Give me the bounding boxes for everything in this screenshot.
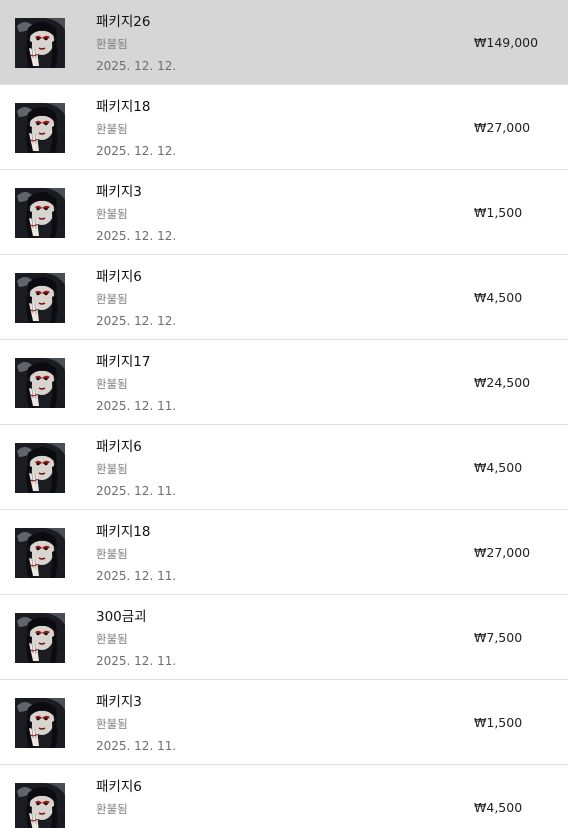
transaction-price: ₩4,500: [474, 460, 523, 475]
transaction-date: 2025. 12. 11.: [96, 569, 177, 583]
transaction-row[interactable]: 패키지26 환불됨 2025. 12. 12. ₩149,000: [0, 0, 568, 85]
transaction-status: 환불됨: [96, 632, 128, 646]
transaction-title: 패키지18: [96, 524, 151, 540]
transaction-price: ₩1,500: [474, 205, 523, 220]
transaction-price: ₩7,500: [474, 630, 523, 645]
transaction-price: ₩4,500: [474, 290, 523, 305]
transaction-status: 환불됨: [96, 292, 128, 306]
transaction-status: 환불됨: [96, 547, 128, 561]
transaction-title: 패키지17: [96, 354, 151, 370]
transaction-list: 패키지26 환불됨 2025. 12. 12. ₩149,000 패키지18 환…: [0, 0, 568, 828]
game-icon: [15, 783, 65, 828]
transaction-status: 환불됨: [96, 37, 128, 51]
transaction-status: 환불됨: [96, 462, 128, 476]
game-icon: [15, 273, 65, 323]
transaction-title: 패키지3: [96, 184, 142, 200]
transaction-date: 2025. 12. 12.: [96, 144, 177, 158]
transaction-status: 환불됨: [96, 717, 128, 731]
game-icon: [15, 188, 65, 238]
transaction-date: 2025. 12. 12.: [96, 314, 177, 328]
transaction-title: 패키지26: [96, 14, 151, 30]
transaction-date: 2025. 12. 11.: [96, 654, 177, 668]
transaction-title: 패키지3: [96, 694, 142, 710]
transaction-title: 패키지6: [96, 779, 142, 795]
transaction-date: 2025. 12. 11.: [96, 484, 177, 498]
game-icon: [15, 443, 65, 493]
transaction-row[interactable]: 패키지3 환불됨 2025. 12. 12. ₩1,500: [0, 170, 568, 255]
game-icon: [15, 528, 65, 578]
transaction-status: 환불됨: [96, 207, 128, 221]
transaction-price: ₩1,500: [474, 715, 523, 730]
transaction-price: ₩149,000: [474, 35, 539, 50]
transaction-row[interactable]: 패키지18 환불됨 2025. 12. 11. ₩27,000: [0, 510, 568, 595]
transaction-status: 환불됨: [96, 377, 128, 391]
game-icon: [15, 613, 65, 663]
game-icon: [15, 358, 65, 408]
transaction-date: 2025. 12. 11.: [96, 399, 177, 413]
transaction-price: ₩4,500: [474, 800, 523, 815]
transaction-row[interactable]: 패키지6 환불됨 ₩4,500: [0, 765, 568, 828]
transaction-row[interactable]: 패키지6 환불됨 2025. 12. 11. ₩4,500: [0, 425, 568, 510]
game-icon: [15, 103, 65, 153]
transaction-row[interactable]: 패키지6 환불됨 2025. 12. 12. ₩4,500: [0, 255, 568, 340]
transaction-row[interactable]: 패키지18 환불됨 2025. 12. 12. ₩27,000: [0, 85, 568, 170]
transaction-status: 환불됨: [96, 122, 128, 136]
transaction-title: 패키지6: [96, 269, 142, 285]
transaction-price: ₩27,000: [474, 545, 531, 560]
transaction-title: 패키지6: [96, 439, 142, 455]
transaction-date: 2025. 12. 11.: [96, 739, 177, 753]
transaction-row[interactable]: 패키지3 환불됨 2025. 12. 11. ₩1,500: [0, 680, 568, 765]
transaction-date: 2025. 12. 12.: [96, 229, 177, 243]
game-icon: [15, 698, 65, 748]
transaction-row[interactable]: 300금괴 환불됨 2025. 12. 11. ₩7,500: [0, 595, 568, 680]
game-icon: [15, 18, 65, 68]
transaction-price: ₩24,500: [474, 375, 531, 390]
transaction-title: 패키지18: [96, 99, 151, 115]
transaction-status: 환불됨: [96, 802, 128, 816]
transaction-date: 2025. 12. 12.: [96, 59, 177, 73]
transaction-row[interactable]: 패키지17 환불됨 2025. 12. 11. ₩24,500: [0, 340, 568, 425]
transaction-price: ₩27,000: [474, 120, 531, 135]
transaction-title: 300금괴: [96, 609, 147, 625]
